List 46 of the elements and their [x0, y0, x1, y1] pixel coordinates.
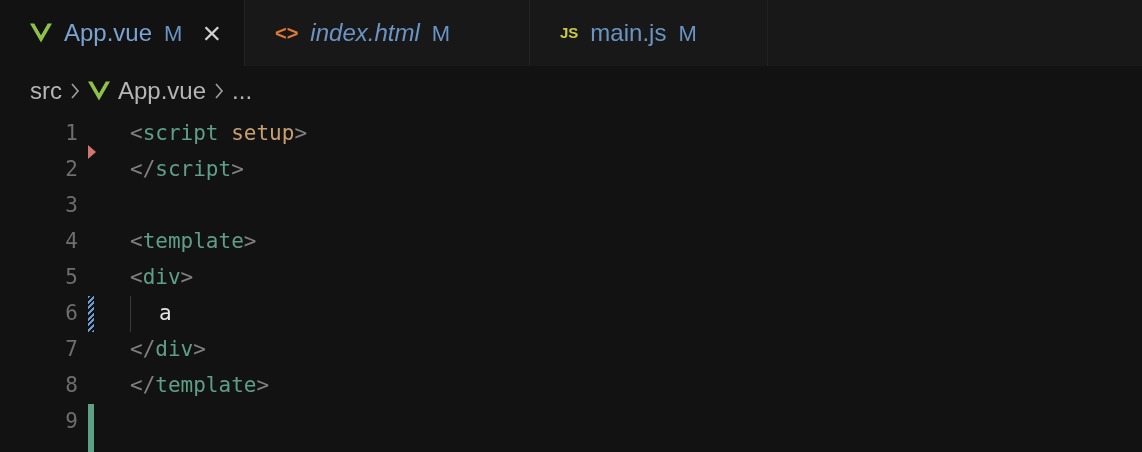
vue-logo-icon: [30, 23, 52, 43]
line-number: 3: [64, 192, 78, 220]
code-token: <: [130, 228, 143, 256]
code-token: script: [155, 156, 232, 184]
line-number: 7: [64, 336, 78, 364]
tab-title: index.html: [310, 18, 420, 48]
line-number: 4: [64, 228, 78, 256]
tab-title: App.vue: [64, 18, 153, 48]
code-brackets-icon: <>: [275, 18, 299, 48]
line-number: 2: [64, 156, 78, 184]
code-token: template: [155, 372, 257, 400]
code-token: script: [142, 120, 219, 148]
close-button[interactable]: ×: [202, 17, 222, 49]
code-token: </: [130, 156, 156, 184]
code-token: <: [130, 120, 143, 148]
line-number: 6: [64, 300, 78, 328]
code-token: >: [180, 264, 194, 292]
line-number: 1: [64, 120, 78, 148]
code-token: setup: [231, 120, 295, 148]
code-token: template: [142, 228, 244, 256]
line-number: 8: [64, 372, 78, 400]
code-token: >: [256, 372, 270, 400]
breadcrumb-item[interactable]: App.vue: [118, 73, 207, 109]
modified-status: M: [678, 19, 697, 48]
code-token: a: [159, 300, 172, 328]
chevron-right-icon: [70, 82, 80, 100]
editor-tab[interactable]: App.vue M ×: [0, 0, 245, 66]
modified-status: M: [431, 19, 451, 48]
js-icon: JS: [560, 21, 579, 45]
code-token: </: [130, 372, 156, 400]
chevron-right-icon: [214, 82, 225, 100]
vue-logo-icon: [88, 81, 110, 101]
code-token: >: [231, 156, 244, 184]
code-token: div: [155, 336, 194, 364]
breadcrumb-item[interactable]: src: [30, 73, 62, 109]
line-number: 9: [64, 408, 78, 436]
code-token: >: [294, 120, 308, 148]
code-token: >: [193, 336, 206, 364]
line-number: 5: [64, 264, 78, 292]
modified-status: M: [164, 19, 183, 48]
breadcrumb-item[interactable]: ...: [232, 73, 253, 109]
code-token: <: [130, 264, 143, 292]
code-token: >: [243, 228, 257, 256]
code-token: div: [142, 264, 181, 292]
tab-title: main.js: [590, 18, 667, 48]
code-token: </: [130, 336, 156, 364]
